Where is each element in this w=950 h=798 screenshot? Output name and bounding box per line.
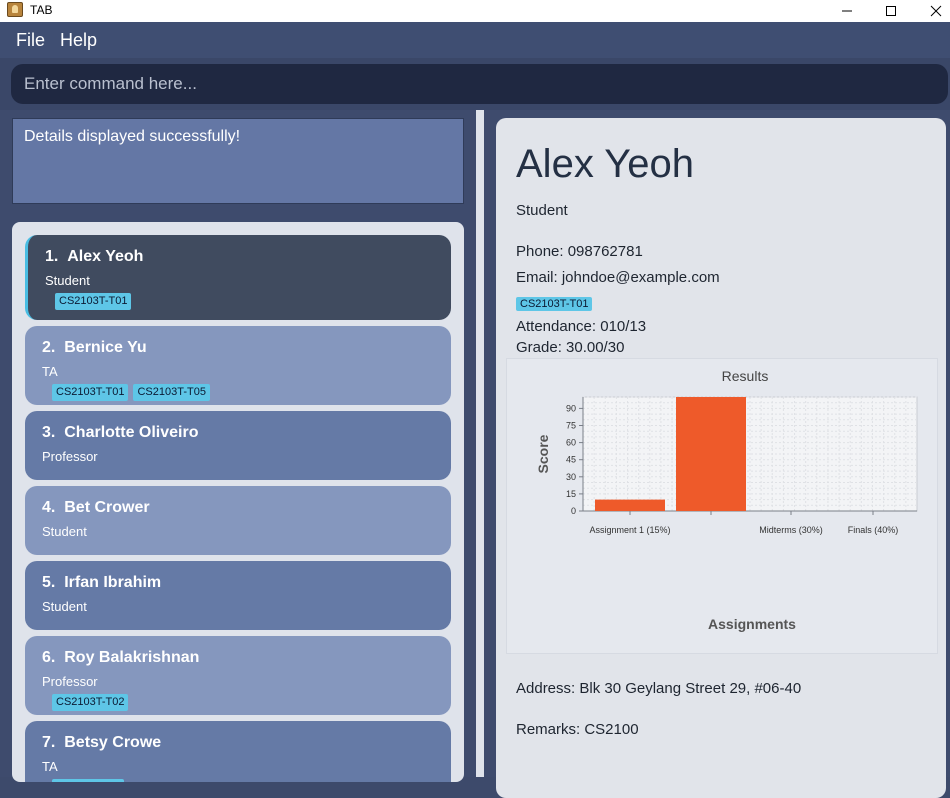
bar	[595, 499, 665, 511]
result-display: Details displayed successfully!	[12, 118, 464, 204]
person-details: Alex Yeoh Student Phone: 098762781 Email…	[496, 118, 946, 798]
person-name: 7. Betsy Crowe	[42, 734, 162, 751]
close-button[interactable]	[913, 0, 950, 22]
person-role: Student	[42, 524, 87, 539]
details-role: Student	[516, 202, 568, 219]
person-role: Student	[42, 599, 87, 614]
person-role: Professor	[42, 674, 98, 689]
person-name: 5. Irfan Ibrahim	[42, 574, 162, 591]
person-name: 1. Alex Yeoh	[45, 248, 144, 265]
person-card[interactable]: 3. Charlotte Oliveiro Professor	[25, 411, 451, 480]
person-card[interactable]: 5. Irfan Ibrahim Student	[25, 561, 451, 630]
window-titlebar: TAB	[0, 0, 950, 22]
y-tick-label: 45	[566, 455, 576, 465]
y-tick-label: 90	[566, 403, 576, 413]
person-name: 3. Charlotte Oliveiro	[42, 424, 199, 441]
person-tags: CS2103T-T01	[55, 293, 132, 310]
person-card[interactable]: 1. Alex Yeoh Student CS2103T-T01	[25, 235, 451, 320]
details-remarks: Remarks: CS2100	[516, 721, 639, 738]
y-tick-label: 75	[566, 421, 576, 431]
tag-badge-partial	[52, 779, 124, 782]
details-email: Email: johndoe@example.com	[516, 269, 720, 286]
tag-badge: CS2103T-T01	[55, 293, 132, 310]
person-role: TA	[42, 364, 58, 379]
details-attendance: Attendance: 010/13	[516, 318, 647, 335]
details-name: Alex Yeoh	[516, 142, 694, 186]
tag-badge: CS2103T-T05	[133, 384, 210, 401]
tag-badge: CS2103T-T02	[52, 694, 129, 711]
person-role: TA	[42, 759, 58, 774]
app-icon	[7, 2, 23, 17]
x-tick-label: Assignment 1 (15%)	[589, 525, 670, 535]
person-tags: CS2103T-T01 CS2103T-T05	[52, 384, 210, 401]
details-grade: Grade: 30.00/30	[516, 339, 625, 356]
minimize-button[interactable]	[824, 0, 870, 22]
panel-splitter[interactable]	[476, 110, 484, 777]
x-tick-label: Midterms (30%)	[759, 525, 823, 535]
person-card[interactable]: 2. Bernice Yu TA CS2103T-T01 CS2103T-T05	[25, 326, 451, 405]
menu-bar: File Help	[0, 22, 950, 58]
person-card[interactable]: 6. Roy Balakrishnan Professor CS2103T-T0…	[25, 636, 451, 715]
maximize-button[interactable]	[868, 0, 914, 22]
person-name: 2. Bernice Yu	[42, 339, 147, 356]
person-tags	[52, 779, 124, 782]
maximize-icon	[886, 6, 896, 16]
tag-badge: CS2103T-T01	[516, 297, 593, 311]
y-tick-label: 60	[566, 438, 576, 448]
y-axis-label: Score	[535, 434, 551, 473]
x-axis-label: Assignments	[708, 616, 796, 632]
y-tick-label: 0	[571, 506, 576, 516]
details-address: Address: Blk 30 Geylang Street 29, #06-4…	[516, 680, 802, 697]
person-list[interactable]: 1. Alex Yeoh Student CS2103T-T01 2. Bern…	[12, 222, 464, 782]
menu-file[interactable]: File	[16, 30, 45, 51]
results-chart: 0 15 30 45 60 75 90 Assignment 1 (15%) Midterms …	[506, 358, 938, 654]
right-panel: Alex Yeoh Student Phone: 098762781 Email…	[484, 110, 950, 798]
command-area: Enter command here...	[0, 58, 950, 110]
y-tick-label: 15	[566, 489, 576, 499]
close-icon	[930, 5, 942, 17]
person-name: 4. Bet Crower	[42, 499, 150, 516]
person-role: Professor	[42, 449, 98, 464]
person-role: Student	[45, 273, 90, 288]
tag-badge: CS2103T-T01	[52, 384, 129, 401]
command-input[interactable]: Enter command here...	[11, 64, 948, 104]
details-tags: CS2103T-T01	[516, 294, 593, 312]
person-tags: CS2103T-T02	[52, 694, 129, 711]
window-title: TAB	[30, 3, 53, 17]
y-tick-label: 30	[566, 472, 576, 482]
results-chart-svg: 0 15 30 45 60 75 90 Assignment 1 (15%) Midterms …	[535, 368, 918, 632]
person-card[interactable]: 4. Bet Crower Student	[25, 486, 451, 555]
minimize-icon	[842, 10, 852, 12]
menu-help[interactable]: Help	[60, 30, 97, 51]
x-tick-label: Finals (40%)	[848, 525, 899, 535]
bar	[676, 397, 746, 511]
person-name: 6. Roy Balakrishnan	[42, 649, 200, 666]
left-panel: Details displayed successfully! 1. Alex …	[0, 110, 476, 782]
chart-title: Results	[722, 368, 769, 384]
details-phone: Phone: 098762781	[516, 243, 643, 260]
person-card[interactable]: 7. Betsy Crowe TA	[25, 721, 451, 782]
